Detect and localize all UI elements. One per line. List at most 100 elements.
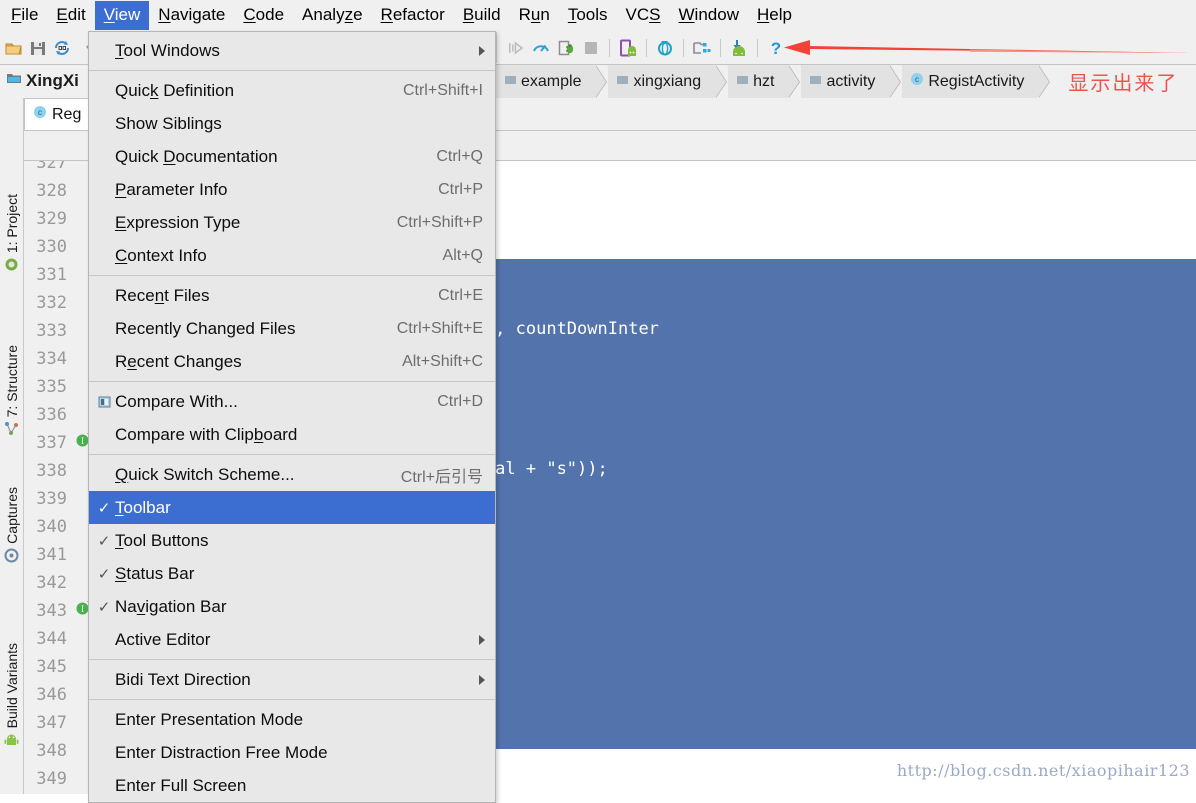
menu-item-enter-full-screen[interactable]: Enter Full Screen [89, 769, 495, 802]
project-name-label: XingXi [26, 70, 79, 90]
breadcrumb-label: hzt [753, 72, 775, 90]
help-icon[interactable]: ? [765, 37, 787, 59]
menu-item-parameter-info[interactable]: Parameter Info Ctrl+P [89, 173, 495, 206]
menubar-item-edit[interactable]: Edit [47, 1, 94, 30]
submenu-arrow-icon [479, 45, 485, 56]
package-icon [616, 73, 629, 91]
menu-item-status-bar[interactable]: ✓ Status Bar [89, 557, 495, 590]
breadcrumb-registactivity[interactable]: c RegistActivity [902, 65, 1051, 98]
breadcrumb-label: activity [826, 72, 876, 90]
menu-item-label: Tool Windows [115, 40, 220, 60]
svg-text:c: c [38, 108, 42, 117]
menu-item-compare-with-clipboard[interactable]: Compare with Clipboard [89, 418, 495, 451]
tool-window-button-structure[interactable]: 7: Structure [0, 345, 24, 437]
breadcrumb-label: xingxiang [633, 72, 702, 90]
menu-separator [89, 699, 495, 700]
menubar-item-window[interactable]: Window [670, 1, 748, 30]
menu-item-recently-changed-files[interactable]: Recently Changed Files Ctrl+Shift+E [89, 312, 495, 345]
breadcrumb-label: example [521, 72, 582, 90]
menu-item-navigation-bar[interactable]: ✓ Navigation Bar [89, 590, 495, 623]
toolbar-right-group: ? [496, 32, 1196, 63]
save-all-icon[interactable] [27, 37, 49, 59]
open-folder-icon[interactable] [3, 37, 25, 59]
menu-item-quick-switch-scheme[interactable]: Quick Switch Scheme... Ctrl+后引号 [89, 458, 495, 491]
run-icon[interactable] [505, 37, 527, 59]
menu-item-label: Quick Documentation [115, 146, 278, 166]
menu-item-recent-files[interactable]: Recent Files Ctrl+E [89, 279, 495, 312]
sync-icon[interactable] [51, 37, 73, 59]
menubar-item-view[interactable]: View [94, 1, 150, 30]
menu-item-label: Quick Definition [115, 80, 235, 100]
menubar-item-tools[interactable]: Tools [559, 1, 617, 30]
intellij-idea-window: File Edit View Navigate Code Analyze Refactor B… [0, 0, 1196, 803]
menubar-item-code[interactable]: Code [234, 1, 293, 30]
menubar-item-analyze[interactable]: Analyze [293, 1, 372, 30]
menu-item-quick-documentation[interactable]: Quick Documentation Ctrl+Q [89, 140, 495, 173]
project-structure-icon[interactable] [691, 37, 713, 59]
toolbar-left-group [0, 31, 73, 64]
menu-item-label: Enter Distraction Free Mode [115, 742, 328, 762]
tool-window-button-captures[interactable]: Captures [0, 487, 24, 564]
project-title: XingXi [6, 70, 79, 91]
menubar-item-refactor[interactable]: Refactor [372, 1, 454, 30]
menu-item-label: Active Editor [115, 629, 211, 649]
line-number: 331 [36, 265, 67, 285]
menu-item-shortcut: Ctrl+E [438, 286, 483, 304]
menu-item-shortcut: Ctrl+Shift+I [402, 81, 483, 99]
breadcrumb-activity[interactable]: activity [801, 65, 902, 98]
menu-item-enter-distraction-free-mode[interactable]: Enter Distraction Free Mode [89, 736, 495, 769]
sync-gradle-icon[interactable] [654, 37, 676, 59]
menu-item-expression-type[interactable]: Expression Type Ctrl+Shift+P [89, 206, 495, 239]
menu-separator [89, 381, 495, 382]
svg-text:?: ? [771, 39, 781, 58]
menu-item-label: Compare with Clipboard [115, 424, 298, 444]
check-icon: ✓ [97, 565, 111, 583]
menubar-item-help[interactable]: Help [748, 1, 801, 30]
menu-item-shortcut: Ctrl+Shift+E [396, 319, 483, 337]
menubar-item-build[interactable]: Build [454, 1, 510, 30]
tool-window-label: 1: Project [4, 194, 20, 254]
breadcrumb-example[interactable]: example [496, 65, 609, 98]
line-number: 332 [36, 293, 67, 313]
menu-item-bidi-text-direction[interactable]: Bidi Text Direction [89, 663, 495, 696]
line-number: 329 [36, 209, 67, 229]
profile-icon[interactable] [530, 37, 552, 59]
breadcrumb-hzt[interactable]: hzt [728, 65, 801, 98]
menu-item-show-siblings[interactable]: Show Siblings [89, 107, 495, 140]
menu-item-toolbar[interactable]: ✓ Toolbar [89, 491, 495, 524]
editor-gutter: 327 328 329 330 331 332 333 334 335 336 337 338 339 3… [24, 161, 96, 794]
menu-item-active-editor[interactable]: Active Editor [89, 623, 495, 656]
menu-item-enter-presentation-mode[interactable]: Enter Presentation Mode [89, 703, 495, 736]
menu-item-shortcut: Alt+Q [442, 246, 483, 264]
avd-manager-icon[interactable] [617, 37, 639, 59]
package-icon [504, 73, 517, 91]
menu-item-tool-windows[interactable]: Tool Windows [89, 34, 495, 67]
menu-separator [89, 275, 495, 276]
menu-item-quick-definition[interactable]: Quick Definition Ctrl+Shift+I [89, 74, 495, 107]
menu-separator [89, 454, 495, 455]
menu-item-tool-buttons[interactable]: ✓ Tool Buttons [89, 524, 495, 557]
menu-item-compare-with[interactable]: Compare With... Ctrl+D [89, 385, 495, 418]
menubar-item-file[interactable]: File [2, 1, 47, 30]
navigation-bar: example xingxiang hzt activity c RegistActivi… [496, 65, 1196, 98]
menu-item-label: Enter Full Screen [115, 775, 247, 795]
debug-icon[interactable] [555, 37, 577, 59]
stop-icon[interactable] [580, 37, 602, 59]
menu-item-label: Recent Files [115, 285, 210, 305]
tool-window-button-project[interactable]: 1: Project [0, 194, 24, 273]
menu-item-label: Recent Changes [115, 351, 242, 371]
menubar-item-navigate[interactable]: Navigate [149, 1, 234, 30]
line-number: 349 [36, 769, 67, 789]
tool-window-button-buildvariants[interactable]: Build Variants [0, 643, 24, 748]
menu-item-recent-changes[interactable]: Recent Changes Alt+Shift+C [89, 345, 495, 378]
menubar-item-run[interactable]: Run [510, 1, 559, 30]
menubar-item-vcs[interactable]: VCS [617, 1, 670, 30]
menu-item-shortcut: Ctrl+D [437, 392, 483, 410]
line-number: 335 [36, 377, 67, 397]
check-icon: ✓ [97, 499, 111, 517]
menu-item-context-info[interactable]: Context Info Alt+Q [89, 239, 495, 272]
sdk-manager-icon[interactable] [728, 37, 750, 59]
menu-item-shortcut: Alt+Shift+C [402, 352, 483, 370]
breadcrumb-xingxiang[interactable]: xingxiang [608, 65, 727, 98]
svg-text:c: c [915, 75, 919, 84]
